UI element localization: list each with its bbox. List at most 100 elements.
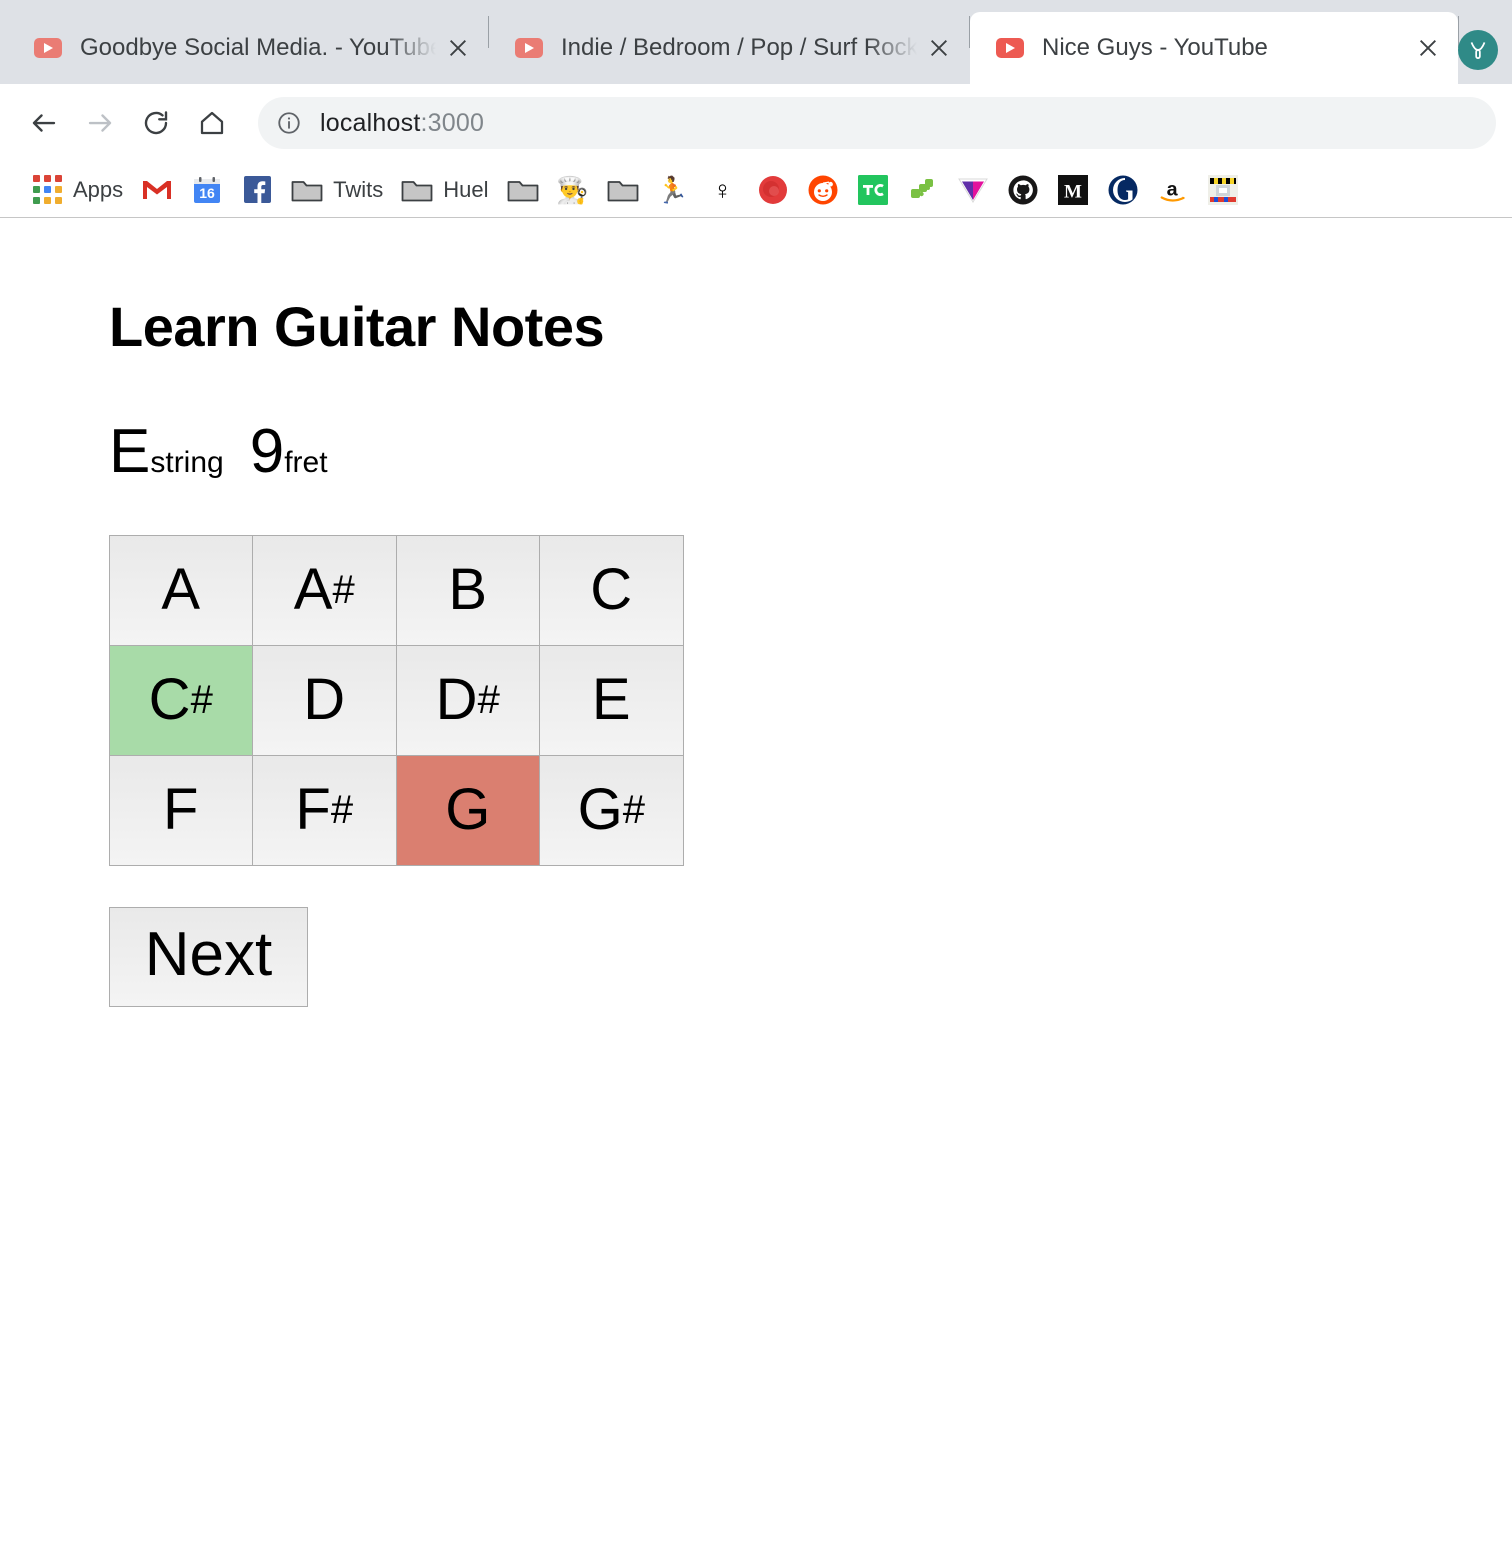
tab-title: Indie / Bedroom / Pop / Surf Rock: [561, 34, 917, 61]
note-letter: D: [303, 667, 346, 732]
fret-label: fret: [284, 446, 328, 479]
tab-title: Goodbye Social Media. - YouTube: [80, 34, 436, 61]
google-calendar-icon: 16: [191, 174, 223, 206]
bookmark-huel[interactable]: Huel: [392, 168, 497, 212]
close-icon[interactable]: [917, 26, 961, 70]
note-letter: B: [448, 557, 488, 622]
bookmark-red-blob[interactable]: [748, 168, 798, 212]
browser-chrome: Goodbye Social Media. - YouTube Indie / …: [0, 0, 1512, 218]
note-letter: G: [577, 777, 623, 842]
browser-tab-1[interactable]: Goodbye Social Media. - YouTube: [8, 12, 488, 84]
bookmark-pixel-art[interactable]: [1198, 168, 1248, 212]
folder-icon: [291, 174, 323, 206]
female-sign-icon: ♀: [712, 174, 733, 205]
youtube-icon: [996, 38, 1024, 58]
bookmark-chef[interactable]: 👨‍🍳: [548, 168, 598, 212]
note-letter: D: [435, 667, 478, 732]
forward-arrow-icon: [72, 95, 128, 151]
info-circle-icon[interactable]: [276, 110, 302, 136]
tab-title: Nice Guys - YouTube: [1042, 34, 1268, 61]
chef-emoji-icon: 👨‍🍳: [556, 174, 589, 205]
bookmark-label: Twits: [333, 176, 384, 202]
note-sharp-symbol: #: [477, 678, 500, 722]
note-letter: E: [591, 667, 631, 732]
facebook-icon: [241, 174, 273, 206]
bookmark-female-sign[interactable]: ♀: [698, 168, 748, 212]
string-value: E: [109, 417, 151, 486]
next-button[interactable]: Next: [109, 907, 308, 1007]
reddit-icon: [807, 174, 839, 206]
note-button-csharp[interactable]: C #: [108, 644, 253, 756]
reload-icon[interactable]: [128, 95, 184, 151]
note-letter: F: [295, 777, 331, 842]
bookmark-twits[interactable]: Twits: [282, 168, 392, 212]
red-blob-icon: [757, 174, 789, 206]
bookmark-folder-fitness[interactable]: [598, 168, 648, 212]
gmail-icon: [141, 174, 173, 206]
note-button-f[interactable]: F: [108, 754, 253, 866]
note-sharp-symbol: #: [330, 788, 354, 832]
note-button-e[interactable]: E: [539, 644, 684, 756]
note-sharp-symbol: #: [622, 788, 645, 832]
apps-grid-icon: [31, 174, 63, 206]
bookmark-medium[interactable]: M: [1048, 168, 1098, 212]
note-letter: A: [161, 557, 201, 622]
note-letter: F: [163, 777, 199, 842]
bookmark-folder-chef[interactable]: [498, 168, 548, 212]
youtube-icon: [34, 38, 62, 58]
profile-avatar-icon: [1470, 42, 1486, 59]
fret-value: 9: [249, 417, 285, 486]
bookmark-github[interactable]: [998, 168, 1048, 212]
home-icon[interactable]: [184, 95, 240, 151]
bookmark-amazon[interactable]: a: [1148, 168, 1198, 212]
svg-text:16: 16: [199, 185, 215, 201]
note-button-b[interactable]: B: [395, 534, 540, 646]
bookmark-facebook[interactable]: [232, 168, 282, 212]
techcrunch-icon: [857, 174, 889, 206]
note-button-c[interactable]: C: [539, 534, 684, 646]
github-icon: [1007, 174, 1039, 206]
page-content: Learn Guitar Notes Estring 9 fret A A # B C C # D…: [0, 218, 1512, 1568]
note-letter: C: [590, 557, 633, 622]
close-icon[interactable]: [1406, 26, 1450, 70]
bookmark-calendar[interactable]: 16: [182, 168, 232, 212]
address-bar[interactable]: localhost:3000: [258, 97, 1496, 149]
note-sharp-symbol: #: [332, 568, 355, 612]
page-title: Learn Guitar Notes: [109, 295, 605, 358]
note-letter: A: [293, 557, 333, 622]
bookmark-reddit[interactable]: [798, 168, 848, 212]
browser-tab-3[interactable]: Nice Guys - YouTube: [970, 12, 1458, 84]
note-button-g[interactable]: G: [395, 754, 540, 866]
bookmark-gmail[interactable]: [132, 168, 182, 212]
guardian-icon: [1107, 174, 1139, 206]
profile-avatar[interactable]: [1458, 30, 1498, 70]
browser-tab-2[interactable]: Indie / Bedroom / Pop / Surf Rock: [489, 12, 969, 84]
note-button-asharp[interactable]: A #: [252, 534, 397, 646]
url-host: localhost: [320, 108, 421, 137]
runner-emoji-icon: 🏃: [656, 174, 689, 205]
back-arrow-icon[interactable]: [16, 95, 72, 151]
bookmark-label: Apps: [73, 176, 124, 202]
note-button-dsharp[interactable]: D #: [395, 644, 540, 756]
svg-text:M: M: [1064, 181, 1082, 202]
question-prompt: Estring 9 fret: [109, 421, 1512, 483]
pixel-art-icon: [1207, 174, 1239, 206]
bookmark-the-verge[interactable]: [948, 168, 998, 212]
bookmark-guardian[interactable]: [1098, 168, 1148, 212]
medium-icon: M: [1057, 174, 1089, 206]
note-button-d[interactable]: D: [252, 644, 397, 756]
note-letter: G: [445, 777, 491, 842]
bookmark-green-puzzle[interactable]: [898, 168, 948, 212]
folder-icon: [401, 174, 433, 206]
bookmark-apps[interactable]: Apps: [22, 168, 132, 212]
note-sharp-symbol: #: [190, 678, 213, 722]
note-button-fsharp[interactable]: F #: [252, 754, 397, 866]
note-button-gsharp[interactable]: G #: [539, 754, 684, 866]
note-letter: C: [148, 667, 191, 732]
navigation-toolbar: localhost:3000: [0, 84, 1512, 162]
close-icon[interactable]: [436, 26, 480, 70]
bookmark-techcrunch[interactable]: [848, 168, 898, 212]
green-puzzle-icon: [907, 174, 939, 206]
bookmark-runner[interactable]: 🏃: [648, 168, 698, 212]
note-button-a[interactable]: A: [108, 534, 253, 646]
